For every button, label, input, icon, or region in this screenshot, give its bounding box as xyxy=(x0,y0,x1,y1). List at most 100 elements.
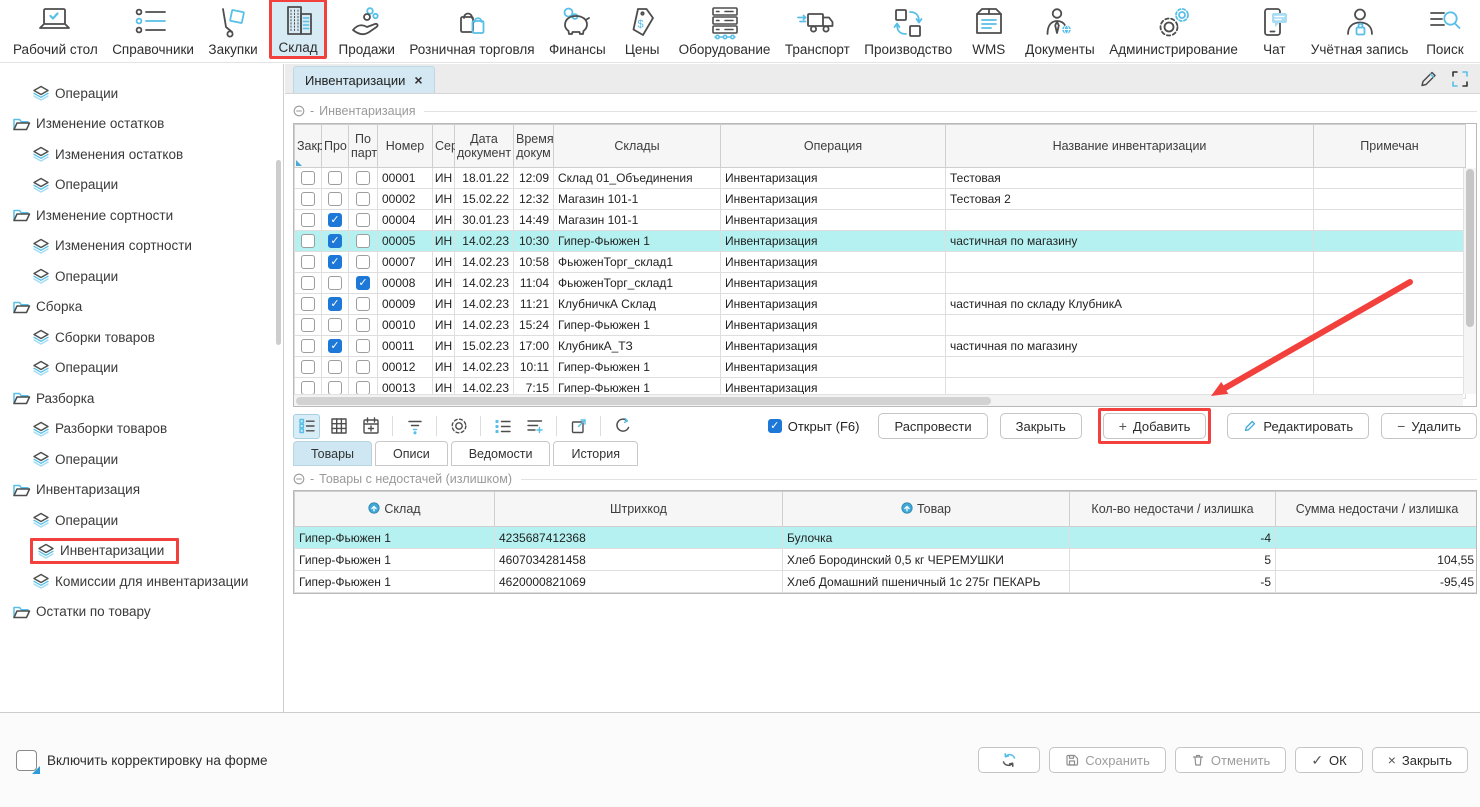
row-checkbox[interactable] xyxy=(301,171,315,185)
row-checkbox[interactable] xyxy=(301,276,315,290)
row-checkbox[interactable]: ✓ xyxy=(328,339,342,353)
list-add-toolbar-button[interactable] xyxy=(521,414,548,439)
row-checkbox[interactable] xyxy=(301,297,315,311)
inventory-row[interactable]: 00001ИН18.01.2212:09Склад 01_Объединения… xyxy=(295,168,1466,189)
column-header[interactable]: Товар xyxy=(783,492,1070,527)
column-header[interactable]: Сери xyxy=(433,125,455,168)
row-checkbox[interactable] xyxy=(328,192,342,206)
calendar-toolbar-button[interactable] xyxy=(357,414,384,439)
vscrollbar-thumb[interactable] xyxy=(1466,169,1474,327)
nav-item-account[interactable]: Учётная запись xyxy=(1308,3,1412,59)
nav-item-equipment[interactable]: Оборудование xyxy=(676,3,774,59)
shortage-row[interactable]: Гипер-Фьюжен 14620000821069Хлеб Домашний… xyxy=(295,571,1478,593)
row-checkbox[interactable] xyxy=(356,318,370,332)
list-view-toolbar-button[interactable] xyxy=(293,414,320,439)
nav-item-admin[interactable]: Администрирование xyxy=(1106,3,1241,59)
nav-item-purchases[interactable]: Закупки xyxy=(205,3,260,59)
inventory-row[interactable]: 00002ИН15.02.2212:32Магазин 101-1Инвента… xyxy=(295,189,1466,210)
delete-button[interactable]: − Удалить xyxy=(1381,413,1477,439)
adjustment-checkbox[interactable] xyxy=(16,750,37,771)
sidebar-item[interactable]: Инвентаризации xyxy=(0,536,283,567)
refresh-button[interactable] xyxy=(978,747,1040,773)
column-header[interactable]: Склады xyxy=(554,125,721,168)
sidebar-item[interactable]: Остатки по товару xyxy=(0,597,283,628)
nav-item-production[interactable]: Производство xyxy=(861,3,955,59)
row-checkbox[interactable] xyxy=(356,213,370,227)
column-header[interactable]: Время докум xyxy=(514,125,554,168)
row-checkbox[interactable] xyxy=(356,192,370,206)
pencil-icon[interactable] xyxy=(1418,69,1438,89)
shortage-row[interactable]: Гипер-Фьюжен 14607034281458Хлеб Бородинс… xyxy=(295,549,1478,571)
shortage-row[interactable]: Гипер-Фьюжен 14235687412368Булочка-4 xyxy=(295,527,1478,549)
detail-tab-3[interactable]: Ведомости xyxy=(451,441,551,466)
tab-close-icon[interactable]: × xyxy=(414,73,422,87)
cancel-button[interactable]: Отменить xyxy=(1175,747,1286,773)
row-checkbox[interactable] xyxy=(356,297,370,311)
filter-toolbar-button[interactable] xyxy=(401,414,428,439)
row-checkbox[interactable]: ✓ xyxy=(328,234,342,248)
close-button[interactable]: × Закрыть xyxy=(1372,747,1468,773)
close-doc-button[interactable]: Закрыть xyxy=(1000,413,1082,439)
detail-tab-4[interactable]: История xyxy=(553,441,637,466)
sidebar-item[interactable]: Изменения сортности xyxy=(0,231,283,262)
num-list-toolbar-button[interactable] xyxy=(489,414,516,439)
row-checkbox[interactable] xyxy=(301,234,315,248)
detail-tab-2[interactable]: Описи xyxy=(375,441,448,466)
hscrollbar-thumb[interactable] xyxy=(296,397,991,405)
row-checkbox[interactable] xyxy=(328,318,342,332)
inventory-table-vscrollbar[interactable] xyxy=(1463,168,1476,394)
sidebar-item[interactable]: Изменение сортности xyxy=(0,200,283,231)
edit-button[interactable]: Редактировать xyxy=(1227,413,1369,439)
sidebar-item[interactable]: Сборка xyxy=(0,292,283,323)
column-header[interactable]: Сумма недостачи / излишка xyxy=(1276,492,1478,527)
nav-item-sales[interactable]: Продажи xyxy=(336,3,398,59)
row-checkbox[interactable] xyxy=(301,318,315,332)
nav-item-documents[interactable]: Документы xyxy=(1022,3,1098,59)
sidebar-item[interactable]: Разборки товаров xyxy=(0,414,283,445)
sidebar-item[interactable]: Инвентаризация xyxy=(0,475,283,506)
row-checkbox[interactable] xyxy=(328,360,342,374)
open-f6-checkbox[interactable]: ✓ xyxy=(768,419,782,433)
column-header[interactable]: Склад xyxy=(295,492,495,527)
sidebar-item[interactable]: Комиссии для инвентаризации xyxy=(0,566,283,597)
detail-tab-1[interactable]: Товары xyxy=(293,441,372,466)
grid-toolbar-button[interactable] xyxy=(325,414,352,439)
tab-inventories[interactable]: Инвентаризации × xyxy=(293,66,435,93)
sidebar-item[interactable]: Операции xyxy=(0,444,283,475)
sidebar-item[interactable]: Операции xyxy=(0,261,283,292)
sidebar-item[interactable]: Сборки товаров xyxy=(0,322,283,353)
inventory-row[interactable]: ✓00007ИН14.02.2310:58ФьюженТорг_склад1Ин… xyxy=(295,252,1466,273)
column-header[interactable]: Номер xyxy=(378,125,433,168)
inventory-row[interactable]: 00010ИН14.02.2315:24Гипер-Фьюжен 1Инвент… xyxy=(295,315,1466,336)
row-checkbox[interactable] xyxy=(356,171,370,185)
ok-button[interactable]: ✓ ОК xyxy=(1295,747,1362,773)
row-checkbox[interactable] xyxy=(328,171,342,185)
inventory-row[interactable]: 00012ИН14.02.2310:11Гипер-Фьюжен 1Инвент… xyxy=(295,357,1466,378)
unpost-button[interactable]: Распровести xyxy=(878,413,987,439)
sidebar-item[interactable]: Изменения остатков xyxy=(0,139,283,170)
column-header[interactable]: Дата документ xyxy=(455,125,514,168)
nav-item-finance[interactable]: Финансы xyxy=(546,3,609,59)
row-checkbox[interactable]: ✓ xyxy=(328,213,342,227)
row-checkbox[interactable] xyxy=(301,360,315,374)
nav-item-retail[interactable]: Розничная торговля xyxy=(406,3,537,59)
sidebar-scrollbar-thumb[interactable] xyxy=(276,160,281,345)
row-checkbox[interactable]: ✓ xyxy=(356,276,370,290)
row-checkbox[interactable] xyxy=(301,213,315,227)
inventory-row[interactable]: ✓00005ИН14.02.2310:30Гипер-Фьюжен 1Инвен… xyxy=(295,231,1466,252)
nav-item-warehouse[interactable]: Склад xyxy=(269,0,327,59)
column-header[interactable]: Штрихкод xyxy=(495,492,783,527)
collapse-icon[interactable] xyxy=(293,105,305,117)
sidebar-item[interactable]: Операции xyxy=(0,78,283,109)
inventory-row[interactable]: ✓00011ИН15.02.2317:00КлубникА_ТЗИнвентар… xyxy=(295,336,1466,357)
column-header[interactable]: Кол-во недостачи / излишка xyxy=(1070,492,1276,527)
reload-toolbar-button[interactable] xyxy=(609,414,636,439)
row-checkbox[interactable] xyxy=(301,255,315,269)
nav-item-search[interactable]: Поиск xyxy=(1420,3,1470,59)
inventory-row[interactable]: ✓00004ИН30.01.2314:49Магазин 101-1Инвент… xyxy=(295,210,1466,231)
row-checkbox[interactable] xyxy=(301,192,315,206)
add-button[interactable]: + Добавить xyxy=(1103,413,1207,439)
nav-item-wms[interactable]: WMS xyxy=(964,3,1014,59)
expand-icon[interactable] xyxy=(1450,69,1470,89)
collapse-icon[interactable] xyxy=(293,473,305,485)
